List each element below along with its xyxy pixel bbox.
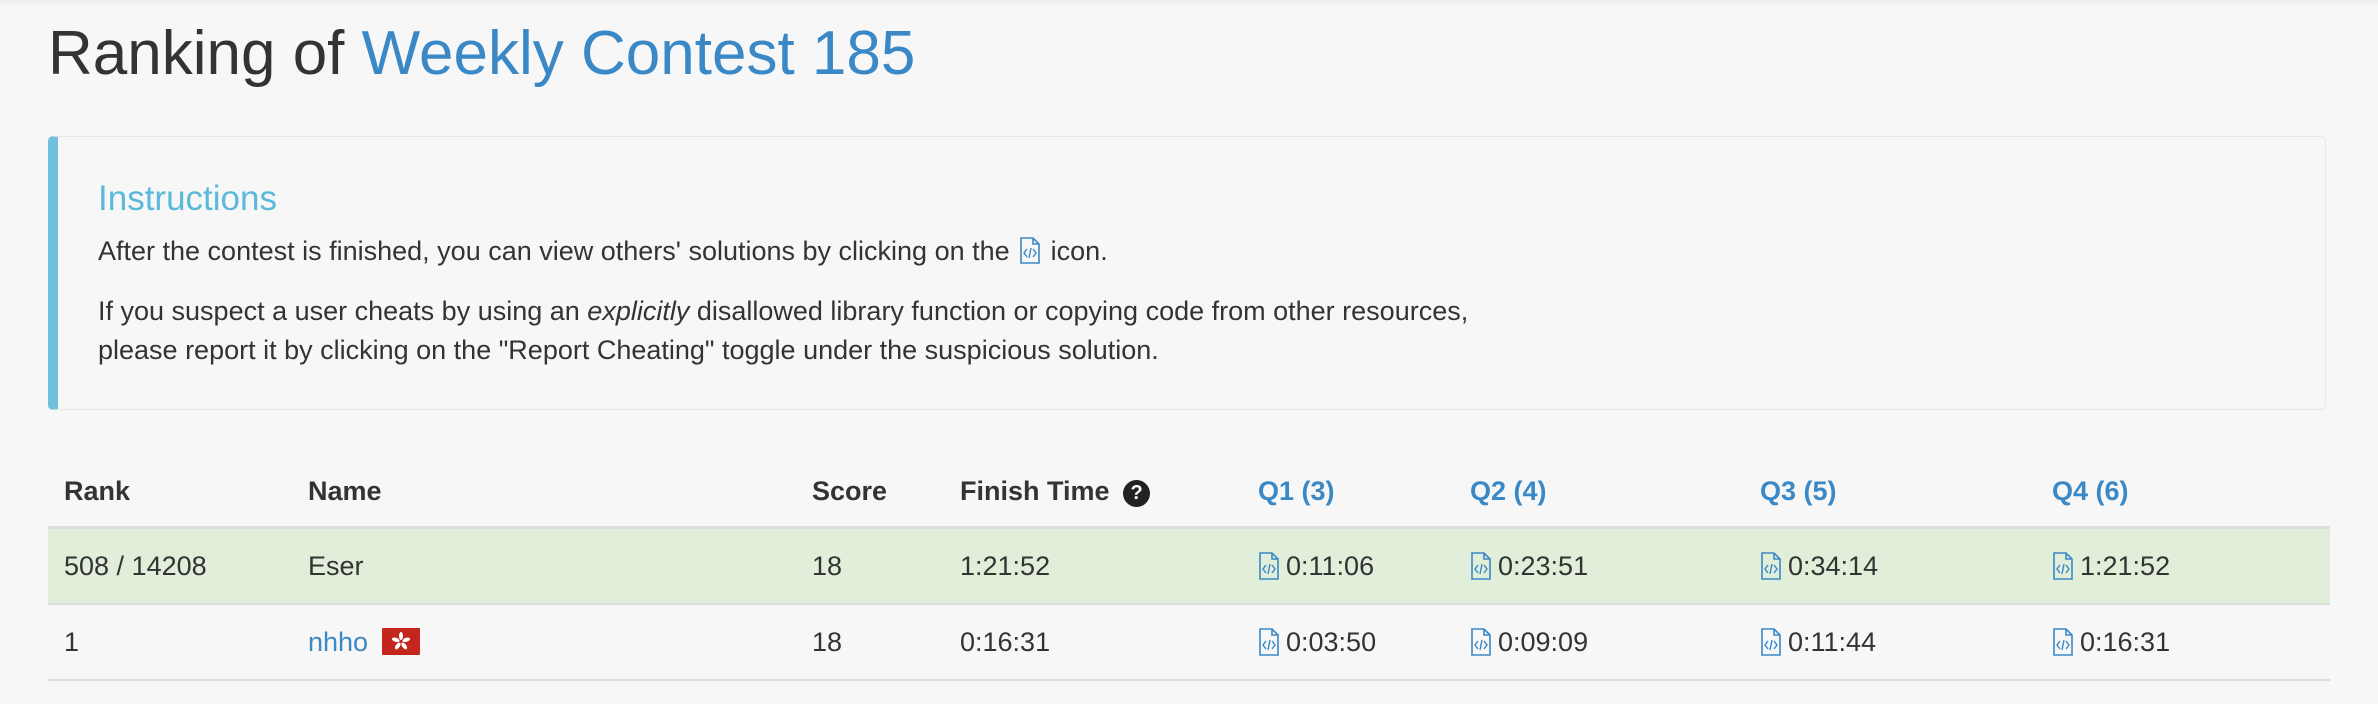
cell-score: 18 — [796, 527, 944, 605]
table-header-row: Rank Name Score Finish Time ? Q1 (3) Q2 … — [48, 456, 2330, 529]
code-file-icon[interactable] — [1760, 627, 1782, 656]
header-name: Name — [292, 456, 796, 529]
cell-q2: 0:09:09 — [1454, 604, 1744, 681]
code-file-icon[interactable] — [2052, 627, 2074, 656]
cell-q1-time: 0:03:50 — [1286, 626, 1377, 657]
hong-kong-flag-icon — [382, 627, 421, 655]
instructions-paragraph-2: If you suspect a user cheats by using an… — [98, 292, 1468, 370]
cell-name: Eser — [292, 527, 796, 605]
header-score: Score — [796, 456, 944, 529]
cell-q1-time: 0:11:06 — [1286, 550, 1375, 581]
instructions-p2-line2: please report it by clicking on the "Rep… — [98, 335, 1159, 365]
header-q1[interactable]: Q1 (3) — [1242, 456, 1454, 529]
table-row-current-user: 508 / 14208 Eser 18 1:21:52 0:11:06 0:23… — [48, 527, 2330, 605]
contest-link[interactable]: Weekly Contest 185 — [362, 19, 916, 88]
instructions-p1-suffix: icon. — [1050, 236, 1108, 266]
cell-q2: 0:23:51 — [1454, 527, 1744, 605]
code-file-icon[interactable] — [1470, 551, 1492, 580]
cell-q1: 0:03:50 — [1242, 604, 1454, 681]
header-q4[interactable]: Q4 (6) — [2036, 456, 2330, 529]
cell-rank: 1 — [48, 604, 292, 681]
ranking-table: Rank Name Score Finish Time ? Q1 (3) Q2 … — [48, 456, 2330, 681]
cell-q3-time: 0:34:14 — [1788, 550, 1879, 581]
instructions-p2-emphasis: explicitly — [587, 296, 690, 326]
user-profile-link[interactable]: nhho — [308, 627, 368, 657]
code-file-icon[interactable] — [2052, 551, 2074, 580]
code-file-icon — [1019, 237, 1041, 264]
cell-q2-time: 0:09:09 — [1498, 626, 1589, 657]
cell-q1: 0:11:06 — [1242, 527, 1454, 605]
cell-name: nhho — [292, 604, 796, 681]
code-file-icon[interactable] — [1258, 627, 1280, 656]
cell-finish-time: 0:16:31 — [944, 604, 1242, 681]
page-title-prefix: Ranking of — [48, 19, 345, 88]
cell-q4: 0:16:31 — [2036, 604, 2330, 681]
instructions-p2-text: If you suspect a user cheats by using an — [98, 296, 580, 326]
code-file-icon[interactable] — [1470, 627, 1492, 656]
cell-score: 18 — [796, 604, 944, 681]
cell-q3: 0:11:44 — [1744, 604, 2036, 681]
code-file-icon[interactable] — [1258, 551, 1280, 580]
header-q3[interactable]: Q3 (5) — [1744, 456, 2036, 529]
instructions-p2-text-cont: disallowed library function or copying c… — [696, 296, 1469, 326]
instructions-paragraph-1: After the contest is finished, you can v… — [98, 232, 1108, 271]
header-q2[interactable]: Q2 (4) — [1454, 456, 1744, 529]
table-row: 1 nhho 18 0:16:31 0:03:50 0:09:09 0:11:4… — [48, 604, 2330, 681]
instructions-heading: Instructions — [98, 179, 277, 218]
cell-finish-time: 1:21:52 — [944, 527, 1242, 605]
cell-q4: 1:21:52 — [2036, 527, 2330, 605]
top-shade — [0, 0, 2378, 6]
cell-q4-time: 1:21:52 — [2080, 550, 2171, 581]
cell-q2-time: 0:23:51 — [1498, 550, 1589, 581]
instructions-panel: Instructions After the contest is finish… — [48, 136, 2326, 410]
header-rank: Rank — [48, 456, 292, 529]
header-finish-time-label: Finish Time — [960, 475, 1110, 506]
cell-q3: 0:34:14 — [1744, 527, 2036, 605]
header-finish-time: Finish Time ? — [944, 456, 1242, 529]
page-title: Ranking of Weekly Contest 185 — [48, 18, 915, 90]
cell-q3-time: 0:11:44 — [1788, 626, 1877, 657]
cell-rank: 508 / 14208 — [48, 527, 292, 605]
instructions-p1-text: After the contest is finished, you can v… — [98, 236, 1010, 266]
code-file-icon[interactable] — [1760, 551, 1782, 580]
cell-q4-time: 0:16:31 — [2080, 626, 2171, 657]
question-circle-icon[interactable]: ? — [1123, 479, 1151, 507]
